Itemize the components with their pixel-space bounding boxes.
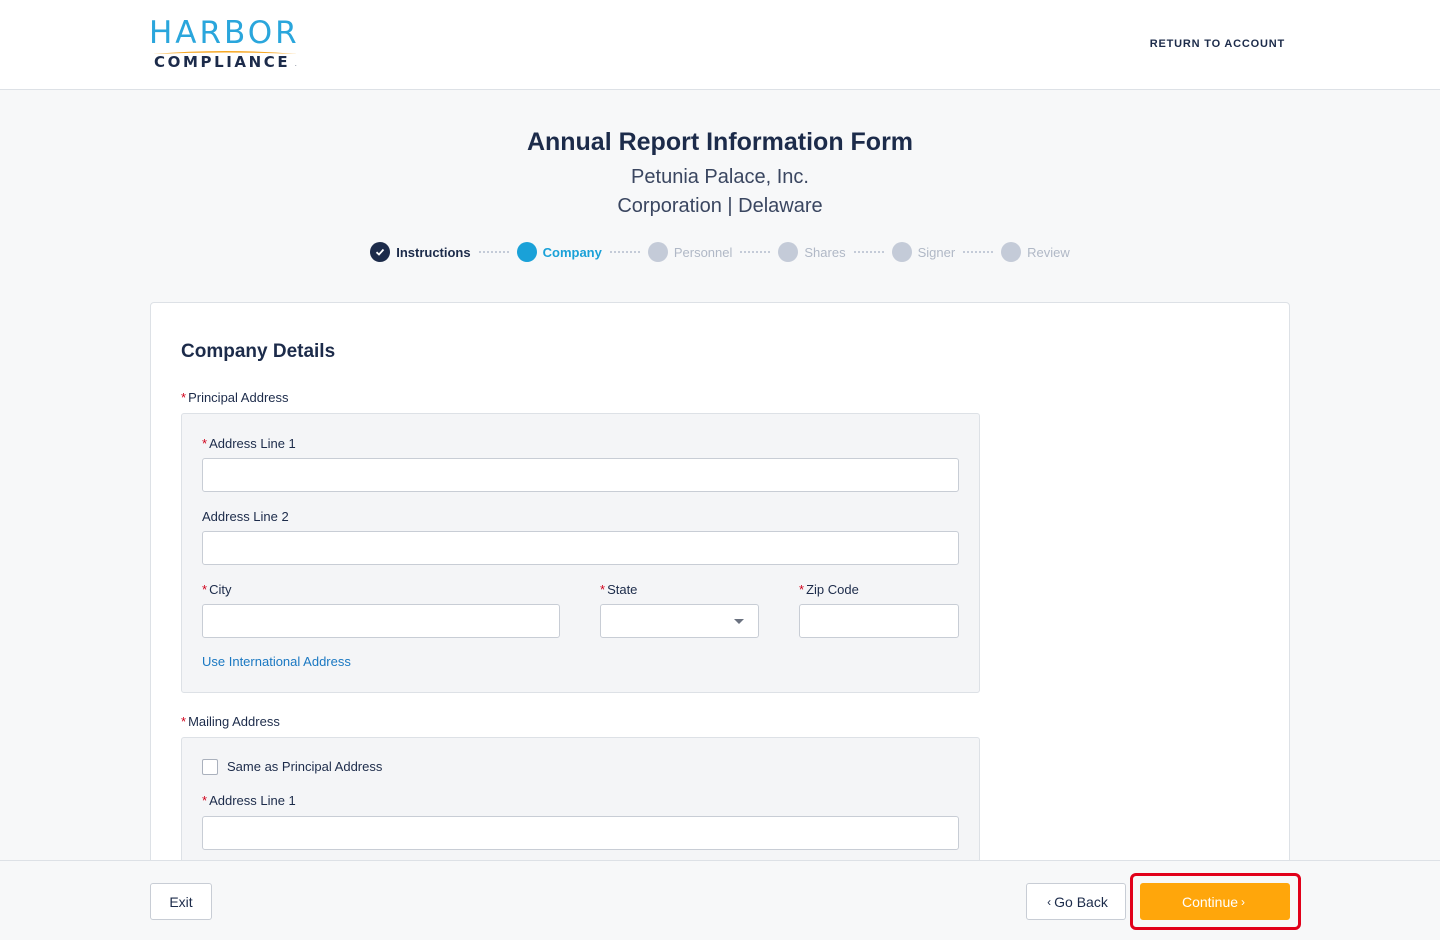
step-label: Review [1027,244,1070,260]
step-company[interactable]: Company [516,242,602,262]
step-personnel: Personnel [647,242,733,262]
step-signer: Signer [891,242,956,262]
use-international-address-link[interactable]: Use International Address [202,654,351,669]
form-footer: Exit ‹ Go Back Continue › [0,860,1440,940]
zip-code-label: * Zip Code [799,582,859,597]
section-title: Company Details [181,341,336,362]
company-details-card: Company Details * Principal Address * Addr… [150,302,1290,923]
principal-address-label: * Principal Address [181,390,289,405]
city-label: * City [202,582,232,597]
mailing-address-line-1-label: * Address Line 1 [202,793,296,808]
step-shares: Shares [778,242,846,262]
mailing-address-label: * Mailing Address [181,714,280,729]
chevron-right-icon: › [1241,894,1246,909]
principal-state-select[interactable] [600,604,759,638]
required-asterisk: * [181,390,187,405]
upcoming-step-icon [891,242,912,262]
step-divider [478,251,509,253]
step-divider [853,251,884,253]
step-divider [609,251,640,253]
site-header: HARBOR COMPLIANCE . RETURN TO ACCOUNT [0,0,1440,90]
continue-button[interactable]: Continue › [1140,883,1290,920]
mailing-address-line-1-input[interactable] [202,816,959,850]
step-label: Instructions [396,244,471,260]
same-as-principal-label[interactable]: Same as Principal Address [227,759,382,774]
return-to-account-link[interactable]: RETURN TO ACCOUNT [1150,38,1285,50]
step-divider [740,251,771,253]
step-label: Shares [804,244,846,260]
required-asterisk: * [181,714,187,729]
upcoming-step-icon [778,242,799,262]
principal-address-line-2-input[interactable] [202,531,959,565]
state-label: * State [600,582,638,597]
harbor-compliance-logo[interactable]: HARBOR COMPLIANCE . [149,16,309,72]
chevron-down-icon [734,619,744,624]
chevron-left-icon: ‹ [1047,894,1052,909]
logo-wordmark-bottom: COMPLIANCE [154,53,291,71]
principal-address-line-1-input[interactable] [202,458,959,492]
company-name: Petunia Palace, Inc. [631,166,809,188]
address-line-1-label: * Address Line 1 [202,436,296,451]
logo-wordmark-top: HARBOR [149,15,300,51]
step-instructions[interactable]: Instructions [370,242,471,262]
principal-address-group: * Address Line 1 Address Line 2 * City * St… [181,413,980,693]
same-as-principal-checkbox[interactable] [202,759,218,775]
current-step-icon [516,242,537,262]
step-label: Company [542,244,602,260]
principal-city-input[interactable] [202,604,560,638]
logo-registered-mark: . [295,62,297,68]
check-circle-icon [370,242,391,262]
step-review: Review [1001,242,1070,262]
progress-stepper: Instructions Company Personnel Shares Si… [0,241,1440,263]
step-divider [963,251,994,253]
step-label: Signer [917,244,956,260]
entity-info: Corporation | Delaware [617,195,823,217]
principal-zip-input[interactable] [799,604,959,638]
page-title: Annual Report Information Form [526,128,914,156]
address-line-2-label: Address Line 2 [202,509,289,524]
exit-button[interactable]: Exit [150,883,212,920]
go-back-button[interactable]: ‹ Go Back [1026,883,1126,920]
step-label: Personnel [673,244,733,260]
upcoming-step-icon [647,242,668,262]
upcoming-step-icon [1001,242,1022,262]
